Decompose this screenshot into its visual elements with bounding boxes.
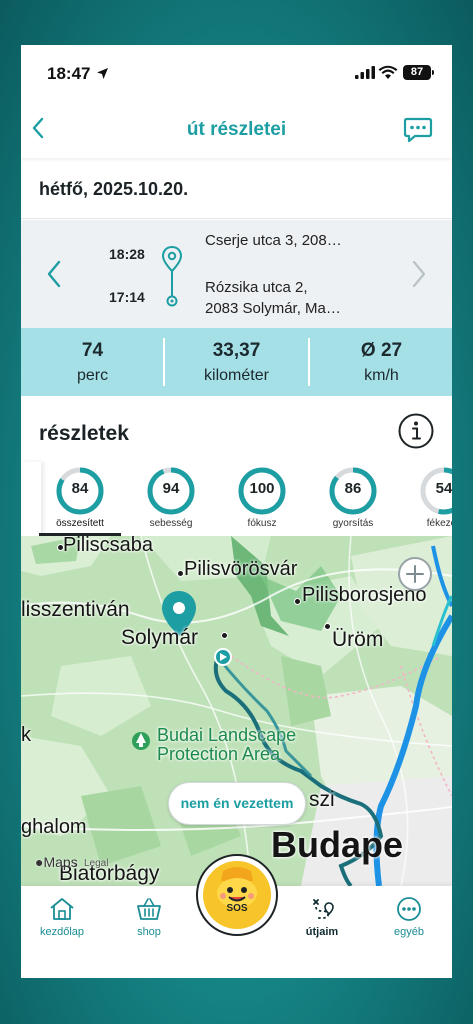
map-label-park-line1: Budai Landscape <box>157 725 297 745</box>
app-header: út részletei <box>21 100 452 158</box>
score-item-2[interactable]: 100 fókusz <box>217 462 307 536</box>
sos-button[interactable]: SOS <box>196 854 278 936</box>
stat-speed: Ø 27 km/h <box>310 328 452 396</box>
map-zoom-button[interactable] <box>398 557 432 591</box>
status-time: 18:47 <box>47 64 91 83</box>
stat-distance: 33,37 kilométer <box>165 328 308 396</box>
stat-duration: 74 perc <box>21 328 164 396</box>
tab-home-label: kezdőlap <box>39 926 85 938</box>
tab-my-trips-label: útjaim <box>305 926 339 938</box>
map-city-dot <box>324 623 331 630</box>
map-label-urom: Üröm <box>332 628 384 651</box>
trip-end-address-line1: Rózsika utca 2, <box>205 279 308 296</box>
maps-attribution-text: Maps <box>43 854 78 870</box>
score-value: 100 <box>249 480 275 497</box>
bottom-tab-bar: kezdőlap shop SOS útjaim egyéb <box>21 854 452 978</box>
map-legal-link[interactable]: Legal <box>84 858 108 869</box>
battery-indicator: 87 <box>403 65 434 80</box>
stat-duration-value: 74 <box>81 340 104 361</box>
details-title: részletek <box>39 422 129 445</box>
not-me-driving-button[interactable]: nem én vezettem <box>168 782 306 825</box>
trip-start-address: Cserje utca 3, 208… <box>205 232 342 249</box>
basket-icon <box>137 898 161 920</box>
wifi-icon <box>378 65 398 79</box>
info-icon[interactable] <box>397 412 435 450</box>
score-item-3[interactable]: 86 gyorsítás <box>308 462 398 536</box>
score-carousel[interactable]: 54 fékezés 86 gyorsítás 100 fókusz 94 sebesség 8… <box>21 462 452 536</box>
stat-duration-label: perc <box>76 367 109 384</box>
map-label-pilisvorosvar: Pilisvörösvár <box>184 558 298 580</box>
map-label-solymar: Solymár <box>121 626 199 649</box>
chat-bubble-icon[interactable] <box>403 116 433 144</box>
stat-speed-value: Ø 27 <box>360 340 403 361</box>
tab-shop[interactable]: shop <box>114 896 184 938</box>
trip-end-time: 17:14 <box>109 289 145 305</box>
home-icon <box>50 898 74 920</box>
more-icon <box>397 897 421 921</box>
route-pin-icon <box>161 246 183 307</box>
map-label-budaors: ghalom <box>21 816 87 838</box>
map-city-dot <box>177 570 184 577</box>
score-item-4[interactable]: 54 fékezés <box>399 462 452 536</box>
stat-distance-value: 33,37 <box>212 340 261 361</box>
score-label: fékezés <box>426 518 452 529</box>
tab-shop-label: shop <box>137 926 161 938</box>
map-city-dot <box>57 544 64 551</box>
map-label-nagykovacsi: lisszentiván <box>21 598 130 621</box>
sos-mascot-icon <box>203 861 271 929</box>
status-bar: 18:47 87 <box>21 45 452 100</box>
plus-icon <box>406 565 424 583</box>
trip-start-time: 18:28 <box>109 246 145 262</box>
score-label: fókusz <box>247 518 277 529</box>
sos-label: SOS <box>226 903 248 914</box>
carousel-edge <box>21 462 41 536</box>
details-section: részletek 54 fékezés 86 gyorsítás 100 fókusz 9… <box>21 396 452 536</box>
stat-distance-label: kilométer <box>204 367 269 384</box>
map-label-park-line2: Protection Area <box>157 744 281 764</box>
score-value: 94 <box>162 480 180 497</box>
location-arrow-icon <box>97 68 108 79</box>
score-item-1[interactable]: 94 sebesség <box>126 462 216 536</box>
map-city-dot <box>221 632 228 639</box>
tab-home[interactable]: kezdőlap <box>27 896 97 938</box>
trip-date-row: hétfő, 2025.10.20. <box>21 163 452 219</box>
route-icon <box>313 899 334 919</box>
map-label-piliscsaba: Piliscsaba <box>63 536 154 556</box>
tow-truck-mascot-icon <box>217 867 257 908</box>
tab-more-label: egyéb <box>394 926 424 938</box>
tab-my-trips[interactable]: útjaim <box>287 896 357 938</box>
score-label: összesített <box>56 518 104 529</box>
maps-attribution: ●Maps <box>35 854 78 870</box>
trip-stats-bar: 74 perc 33,37 kilométer Ø 27 km/h <box>21 328 452 396</box>
score-value: 84 <box>71 480 89 497</box>
score-value: 54 <box>435 480 452 497</box>
score-label: sebesség <box>149 518 193 529</box>
route-map[interactable]: Piliscsaba Pilisvörösvár Pilisborosjenő … <box>21 536 452 886</box>
phone-screen: 18:47 87 út részletei hétfő, 2025.10.20.… <box>21 45 452 978</box>
map-label-park: Budai Landscape Protection Area <box>157 726 296 764</box>
map-label-budapest: Budape <box>271 824 404 865</box>
score-item-0[interactable]: 84 összesített <box>35 462 125 536</box>
map-label-partial-k: k <box>21 724 31 746</box>
map-label-budakeszi: szi <box>309 788 335 811</box>
tab-more[interactable]: egyéb <box>374 896 444 938</box>
score-value: 86 <box>344 480 362 497</box>
previous-trip-chevron-icon[interactable] <box>44 258 64 290</box>
map-city-dot <box>294 598 301 605</box>
page-title: út részletei <box>186 119 287 140</box>
stat-speed-label: km/h <box>364 367 399 384</box>
trip-date: hétfő, 2025.10.20. <box>39 179 189 199</box>
trip-end-address: Rózsika utca 2, 2083 Solymár, Ma… <box>205 277 341 319</box>
signal-icon <box>355 66 375 79</box>
trip-end-address-line2: 2083 Solymár, Ma… <box>205 300 341 317</box>
next-trip-chevron-icon[interactable] <box>409 258 429 290</box>
trip-summary-card: 18:28 17:14 Cserje utca 3, 208… Rózsika … <box>21 220 452 328</box>
score-label: gyorsítás <box>332 518 374 529</box>
